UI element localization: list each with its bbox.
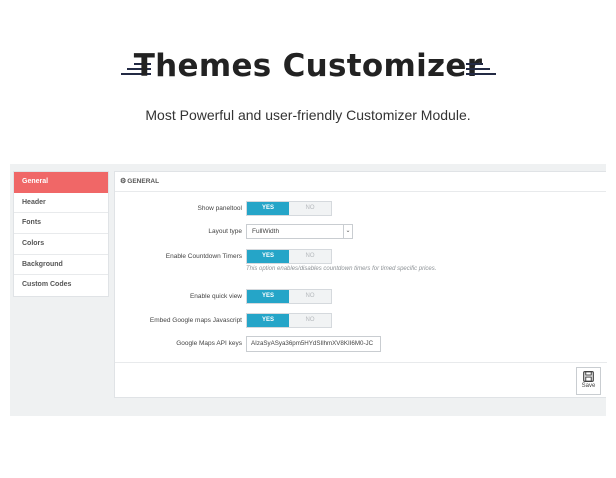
floppy-disk-icon	[583, 371, 594, 382]
toggle-yes[interactable]: YES	[247, 250, 289, 263]
google-maps-js-label: Embed Google maps Javascript	[149, 317, 242, 324]
countdown-hint: This option enables/disables countdown t…	[246, 266, 437, 272]
save-button[interactable]: Save	[576, 367, 601, 395]
sidebar-item-header[interactable]: Header	[14, 193, 108, 214]
row-show-paneltool: Show paneltool YES NO	[115, 201, 495, 216]
row-countdown-hint: This option enables/disables countdown t…	[115, 266, 495, 276]
layout-type-select[interactable]: FullWidth ⌄	[246, 224, 353, 239]
save-label: Save	[581, 383, 596, 389]
row-layout-type: Layout type FullWidth ⌄	[115, 224, 495, 239]
row-countdown-timers: Enable Countdown Timers YES NO	[115, 249, 495, 264]
toggle-no[interactable]: NO	[289, 290, 331, 303]
toggle-yes[interactable]: YES	[247, 202, 289, 215]
toggle-no[interactable]: NO	[289, 314, 331, 327]
google-maps-key-label: Google Maps API keys	[176, 340, 242, 347]
toggle-no[interactable]: NO	[289, 250, 331, 263]
form-footer-divider	[115, 362, 607, 363]
sidebar-item-custom-codes[interactable]: Custom Codes	[14, 275, 108, 296]
sidebar-item-fonts[interactable]: Fonts	[14, 213, 108, 235]
toggle-yes[interactable]: YES	[247, 314, 289, 327]
google-maps-key-input[interactable]: AIzaSyASya36pm5HYdSIlhmXV8KII6M0-JC	[246, 336, 381, 352]
page-title: Themes Customizer	[133, 48, 483, 84]
row-google-maps-key: Google Maps API keys AIzaSyASya36pm5HYdS…	[115, 336, 495, 352]
show-paneltool-label: Show paneltool	[197, 205, 242, 212]
row-quick-view: Enable quick view YES NO	[115, 289, 495, 304]
layout-type-label: Layout type	[208, 228, 242, 235]
layout-type-value: FullWidth	[252, 228, 280, 235]
countdown-toggle[interactable]: YES NO	[246, 249, 332, 264]
settings-form: ⚙GENERAL Show paneltool YES NO Layout ty…	[114, 171, 607, 398]
title-decoration-right	[466, 63, 496, 77]
settings-sidebar: General Header Fonts Colors Background C…	[13, 171, 109, 298]
toggle-no[interactable]: NO	[289, 202, 331, 215]
sidebar-item-general[interactable]: General	[14, 172, 108, 193]
chevron-down-icon: ⌄	[343, 225, 352, 238]
gear-icon: ⚙	[120, 178, 127, 185]
page-subtitle: Most Powerful and user-friendly Customiz…	[145, 107, 471, 123]
quick-view-toggle[interactable]: YES NO	[246, 289, 332, 304]
quick-view-label: Enable quick view	[189, 293, 242, 300]
row-google-maps-js: Embed Google maps Javascript YES NO	[115, 313, 495, 328]
section-title: GENERAL	[127, 178, 160, 185]
toggle-yes[interactable]: YES	[247, 290, 289, 303]
sidebar-item-background[interactable]: Background	[14, 255, 108, 276]
section-header: ⚙GENERAL	[115, 172, 606, 192]
google-maps-js-toggle[interactable]: YES NO	[246, 313, 332, 328]
show-paneltool-toggle[interactable]: YES NO	[246, 201, 332, 216]
countdown-label: Enable Countdown Timers	[165, 253, 242, 260]
sidebar-item-colors[interactable]: Colors	[14, 234, 108, 255]
